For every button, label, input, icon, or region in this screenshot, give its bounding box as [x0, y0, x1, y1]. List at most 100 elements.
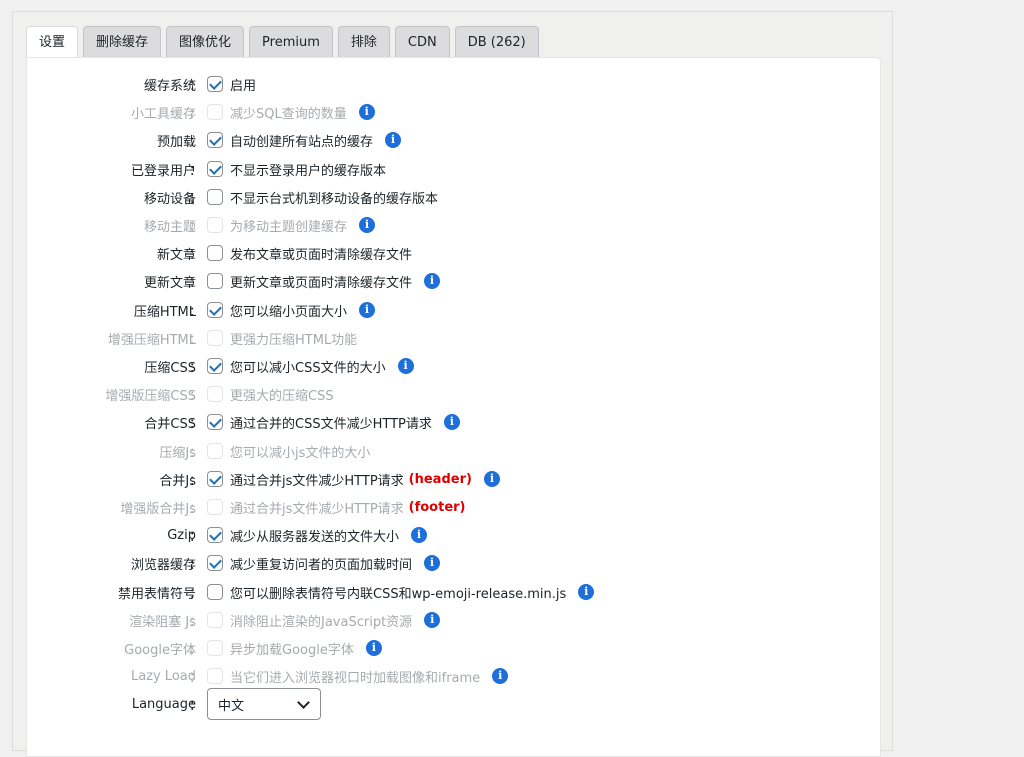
label-colon: ： [188, 304, 202, 320]
setting-label: 更新文章 [143, 275, 196, 291]
setting-checkbox[interactable] [207, 358, 223, 374]
setting-label-wrap: 新文章： [27, 241, 202, 265]
setting-checkbox[interactable] [207, 584, 223, 600]
setting-row: Google字体： 异步加载Google字体 i [27, 636, 382, 660]
label-colon: ： [188, 134, 202, 150]
setting-description: 通过合并js文件减少HTTP请求 [230, 473, 404, 489]
info-icon[interactable]: i [365, 640, 382, 656]
setting-description: 更新文章或页面时清除缓存文件 [230, 275, 413, 291]
setting-checkbox [207, 386, 223, 402]
language-selected-value: 中文 [218, 698, 245, 714]
settings-wrapper: 设置 删除缓存 图像优化 Premium 排除 CDN DB (262) 缓存系统：启用 小工… [12, 11, 893, 757]
setting-description: 当它们进入浏览器视口时加载图像和iframe [230, 670, 481, 686]
setting-checkbox[interactable] [207, 302, 223, 318]
info-icon[interactable]: i [443, 414, 460, 430]
setting-label-wrap: 增强版压缩CSS： [27, 382, 202, 406]
label-colon: ： [188, 191, 202, 207]
setting-checkbox[interactable] [207, 273, 223, 289]
label-colon: ： [188, 219, 202, 235]
setting-description: 为移动主题创建缓存 [230, 219, 348, 235]
tab-bar: 设置 删除缓存 图像优化 Premium 排除 CDN DB (262) [26, 26, 539, 59]
setting-label: 小工具缓存 [130, 106, 196, 122]
setting-row: 移动设备： 不显示台式机到移动设备的缓存版本 [27, 185, 438, 209]
setting-label: 缓存系统 [143, 78, 196, 94]
setting-position-tag: (header) [408, 471, 472, 487]
setting-checkbox [207, 612, 223, 628]
info-icon[interactable]: i [359, 302, 376, 318]
info-icon[interactable]: i [358, 104, 375, 120]
tab-1[interactable]: 删除缓存 [83, 26, 162, 57]
label-colon: ： [188, 698, 202, 714]
setting-row: 增强压缩HTML： 更强力压缩HTML功能 [27, 326, 357, 350]
setting-label-wrap: 浏览器缓存： [27, 551, 202, 575]
setting-checkbox[interactable] [207, 555, 223, 571]
setting-checkbox[interactable] [207, 161, 223, 177]
setting-checkbox[interactable] [207, 76, 223, 92]
setting-description: 启用 [230, 78, 257, 94]
setting-checkbox [207, 443, 223, 459]
info-icon[interactable]: i [424, 612, 441, 628]
setting-label-wrap: 禁用表情符号： [27, 580, 202, 604]
setting-checkbox[interactable] [207, 471, 223, 487]
setting-row: 压缩CSS： 您可以减小CSS文件的大小 i [27, 354, 414, 378]
setting-label-wrap: 移动设备： [27, 185, 202, 209]
setting-label: 预加载 [156, 134, 196, 150]
info-icon[interactable]: i [424, 273, 441, 289]
setting-label: 移动设备 [143, 191, 196, 207]
setting-row: 已登录用户： 不显示登录用户的缓存版本 [27, 157, 386, 181]
info-icon[interactable]: i [578, 584, 595, 600]
setting-label: 压缩Js [159, 445, 196, 461]
setting-label-wrap: 合并CSS： [27, 410, 202, 434]
setting-row: 新文章： 发布文章或页面时清除缓存文件 [27, 241, 412, 265]
tab-6[interactable]: DB (262) [454, 26, 539, 57]
setting-description: 通过合并js文件减少HTTP请求 [230, 501, 404, 517]
language-label-wrap: Language： [27, 692, 202, 716]
info-icon[interactable]: i [424, 555, 441, 571]
label-colon: ： [188, 557, 202, 573]
setting-row: 合并CSS： 通过合并的CSS文件减少HTTP请求 i [27, 410, 460, 434]
setting-row: 压缩Js： 您可以减小js文件的大小 [27, 439, 370, 463]
setting-label: 渲染阻塞 Js [129, 614, 196, 630]
setting-label-wrap: 渲染阻塞 Js： [27, 608, 202, 632]
setting-row: 压缩HTML： 您可以缩小页面大小 i [27, 298, 376, 322]
setting-checkbox[interactable] [207, 189, 223, 205]
tab-4[interactable]: 排除 [337, 26, 390, 57]
label-colon: ： [188, 501, 202, 517]
info-icon[interactable]: i [359, 217, 376, 233]
info-icon[interactable]: i [483, 471, 500, 487]
tab-3[interactable]: Premium [249, 26, 333, 57]
setting-checkbox[interactable] [207, 527, 223, 543]
setting-checkbox[interactable] [207, 132, 223, 148]
label-colon: ： [188, 78, 202, 94]
setting-label-wrap: 更新文章： [27, 269, 202, 293]
setting-row: 更新文章： 更新文章或页面时清除缓存文件 i [27, 269, 441, 293]
tab-2[interactable]: 图像优化 [166, 26, 245, 57]
setting-label: 压缩CSS [144, 360, 196, 376]
language-select[interactable]: 中文 [207, 688, 321, 720]
info-icon[interactable]: i [411, 527, 428, 543]
tab-0[interactable]: 设置 [26, 26, 79, 59]
setting-checkbox[interactable] [207, 245, 223, 261]
setting-label: 合并Js [159, 473, 196, 489]
info-icon[interactable]: i [492, 668, 509, 684]
setting-description: 消除阻止渲染的JavaScript资源 [230, 614, 413, 630]
setting-label-wrap: 合并Js： [27, 467, 202, 491]
setting-position-tag: (footer) [408, 499, 466, 515]
info-icon[interactable]: i [397, 358, 414, 374]
setting-checkbox[interactable] [207, 414, 223, 430]
setting-label: 移动主题 [143, 219, 196, 235]
setting-checkbox [207, 640, 223, 656]
info-icon[interactable]: i [385, 132, 402, 148]
setting-label-wrap: 移动主题： [27, 213, 202, 237]
label-colon: ： [188, 529, 202, 545]
label-colon: ： [188, 275, 202, 291]
setting-description: 不显示登录用户的缓存版本 [230, 163, 387, 179]
setting-label: 新文章 [156, 247, 196, 263]
setting-row: 移动主题： 为移动主题创建缓存 i [27, 213, 376, 237]
setting-description: 更强力压缩HTML功能 [230, 332, 358, 348]
tab-5[interactable]: CDN [394, 26, 450, 57]
setting-label: 增强压缩HTML [107, 332, 196, 348]
setting-description: 发布文章或页面时清除缓存文件 [230, 247, 413, 263]
label-colon: ： [188, 445, 202, 461]
setting-label-wrap: 缓存系统： [27, 72, 202, 96]
